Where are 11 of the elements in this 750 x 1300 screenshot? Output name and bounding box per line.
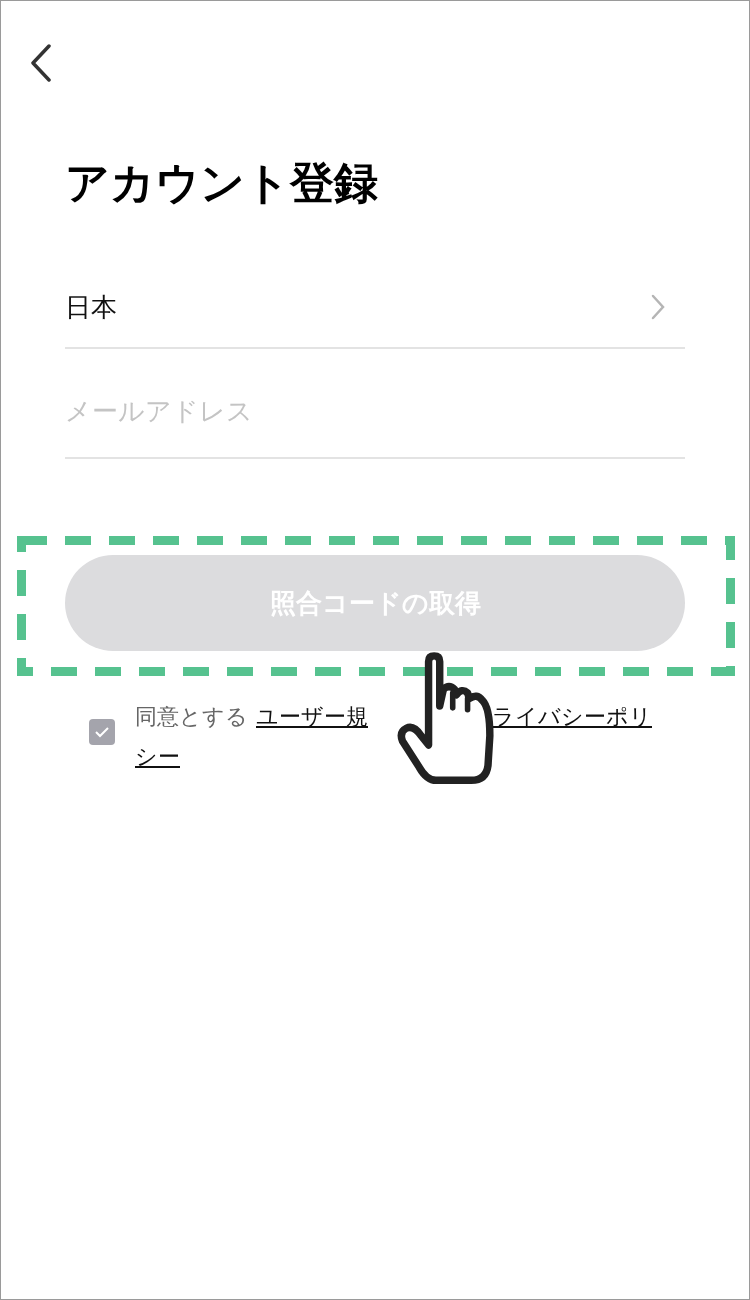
country-selector[interactable]: 日本 bbox=[65, 273, 685, 349]
agree-checkbox[interactable] bbox=[89, 719, 115, 745]
back-icon bbox=[30, 44, 52, 82]
chevron-right-icon bbox=[651, 294, 665, 320]
terms-link[interactable]: ユーザー規 bbox=[256, 697, 368, 737]
consent-text: 同意とする bbox=[135, 703, 248, 731]
page-title: アカウント登録 bbox=[65, 161, 379, 205]
check-icon bbox=[94, 726, 110, 738]
email-field[interactable]: メールアドレス bbox=[65, 365, 685, 459]
privacy-link[interactable]: ライバシーポリ bbox=[492, 697, 652, 737]
privacy-link[interactable]: シー bbox=[135, 737, 180, 777]
